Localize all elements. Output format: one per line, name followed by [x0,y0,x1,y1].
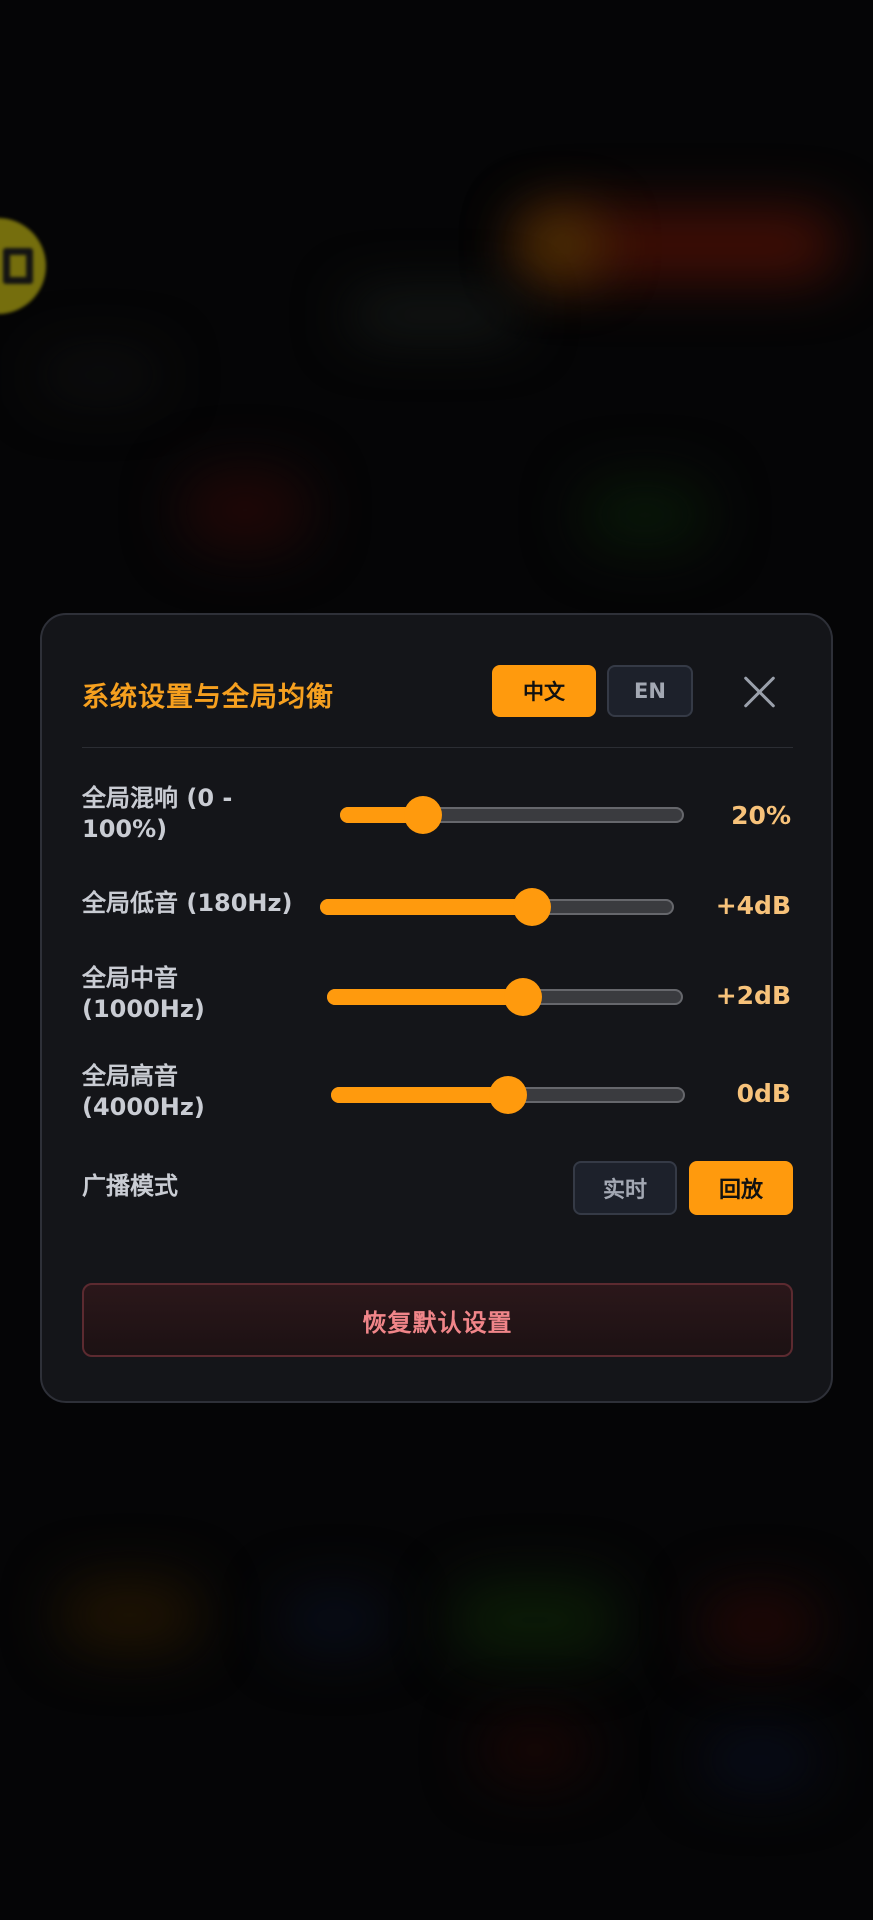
slider-thumb[interactable] [513,888,552,926]
settings-modal: 系统设置与全局均衡 中文 EN 全局混响 (0 - 100%) 20% 全局低音… [40,613,833,1403]
treble-slider[interactable] [331,1073,685,1117]
close-icon[interactable] [739,671,779,711]
mid-slider[interactable] [327,975,683,1019]
bass-slider[interactable] [320,885,674,929]
language-english-button[interactable]: EN [607,665,693,717]
broadcast-replay-button[interactable]: 回放 [689,1161,793,1215]
modal-title: 系统设置与全局均衡 [82,682,334,713]
bass-value: +4dB [715,891,791,920]
modal-header: 系统设置与全局均衡 中文 EN [82,665,793,721]
reverb-slider[interactable] [340,793,684,837]
slider-thumb[interactable] [403,796,442,834]
bass-label: 全局低音 (180Hz) [82,889,293,917]
slider-thumb[interactable] [503,978,542,1016]
header-divider [82,747,793,748]
broadcast-live-button[interactable]: 实时 [573,1161,677,1215]
treble-label: 全局高音 (4000Hz) [82,1062,205,1121]
language-chinese-button[interactable]: 中文 [492,665,596,717]
broadcast-mode-toggle: 实时 回放 [573,1161,793,1215]
reverb-label: 全局混响 (0 - 100%) [82,784,233,843]
slider-fill [320,899,533,915]
mid-label: 全局中音 (1000Hz) [82,964,205,1023]
slider-fill [327,989,523,1005]
reverb-value: 20% [731,801,791,830]
reset-defaults-button[interactable]: 恢复默认设置 [82,1283,793,1357]
treble-value: 0dB [736,1079,791,1108]
mid-value: +2dB [715,981,791,1010]
slider-fill [331,1087,508,1103]
slider-thumb[interactable] [489,1076,527,1114]
broadcast-mode-label: 广播模式 [82,1172,178,1200]
